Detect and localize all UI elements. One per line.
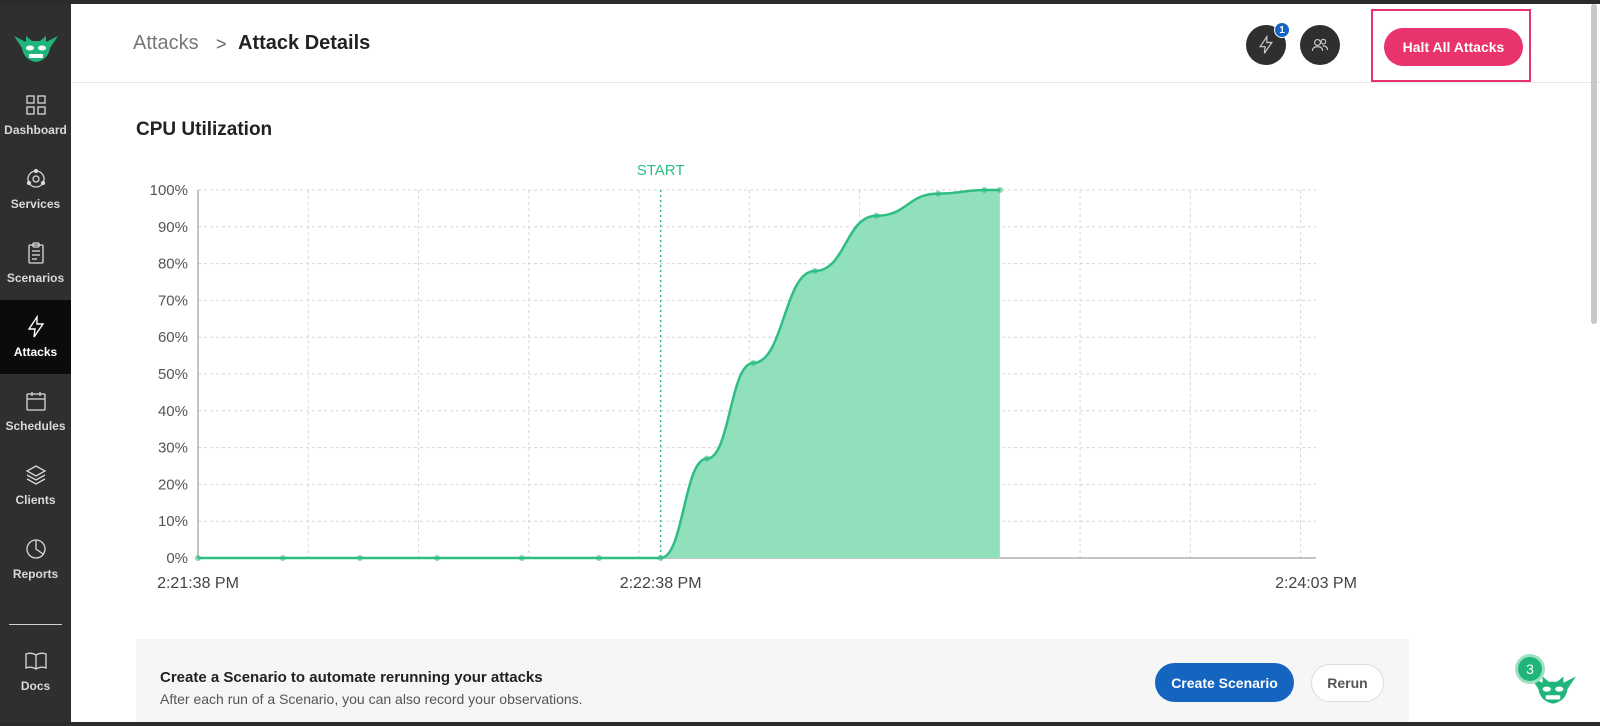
sidebar-item-clients[interactable]: Clients xyxy=(0,448,71,522)
helper-count-badge: 3 xyxy=(1515,654,1545,684)
scenario-cta-panel: Create a Scenario to automate rerunning … xyxy=(136,639,1409,722)
rerun-button[interactable]: Rerun xyxy=(1311,664,1384,702)
section-title: CPU Utilization xyxy=(136,119,273,140)
y-tick-label: 30% xyxy=(158,440,188,457)
start-marker-label: START xyxy=(637,162,685,179)
y-tick-label: 100% xyxy=(150,182,188,199)
sidebar-item-label: Reports xyxy=(12,567,59,581)
halt-highlight: Halt All Attacks xyxy=(1371,9,1531,82)
y-tick-label: 80% xyxy=(158,256,188,273)
sidebar-item-label: Clients xyxy=(15,493,56,507)
x-tick-label: 2:22:38 PM xyxy=(620,575,702,592)
sidebar-divider xyxy=(9,624,62,625)
y-tick-label: 20% xyxy=(158,476,188,493)
help-widget[interactable]: 3 xyxy=(1510,654,1580,720)
sidebar-item-label: Attacks xyxy=(13,345,58,359)
y-tick-label: 70% xyxy=(158,292,188,309)
data-point xyxy=(750,359,757,366)
sidebar-item-scenarios[interactable]: Scenarios xyxy=(0,226,71,300)
sidebar-item-attacks[interactable]: Attacks xyxy=(0,300,71,374)
services-icon xyxy=(26,168,45,188)
halt-all-attacks-button[interactable]: Halt All Attacks xyxy=(1384,28,1523,66)
sidebar-item-label: Services xyxy=(10,197,61,211)
page-title: Attack Details xyxy=(238,32,371,54)
data-point xyxy=(518,555,525,561)
clipboard-icon xyxy=(27,242,44,264)
dashboard-icon xyxy=(25,95,46,115)
y-tick-label: 10% xyxy=(158,513,188,530)
scrollbar-thumb[interactable] xyxy=(1591,4,1597,324)
sidebar-item-label: Dashboard xyxy=(4,123,67,137)
data-point xyxy=(434,555,441,561)
lightning-icon xyxy=(1259,35,1273,54)
layers-icon xyxy=(25,465,46,485)
book-icon xyxy=(24,652,47,670)
data-point xyxy=(935,190,942,197)
x-tick-label: 2:24:03 PM xyxy=(1275,575,1357,592)
sidebar-item-label: Scenarios xyxy=(6,271,65,285)
data-point xyxy=(873,212,880,219)
notification-badge: 1 xyxy=(1274,22,1290,38)
cta-title: Create a Scenario to automate rerunning … xyxy=(160,669,543,686)
team-button[interactable] xyxy=(1300,25,1340,65)
sidebar-item-label: Schedules xyxy=(5,419,66,433)
scrollbar[interactable] xyxy=(1588,4,1600,722)
breadcrumb-attacks-link[interactable]: Attacks xyxy=(133,32,199,55)
users-icon xyxy=(1311,38,1329,51)
y-tick-label: 50% xyxy=(158,366,188,383)
data-point xyxy=(195,555,201,561)
data-point xyxy=(996,187,1003,193)
active-attacks-button[interactable]: 1 xyxy=(1246,22,1290,65)
gremlin-logo-icon[interactable] xyxy=(12,30,60,64)
sidebar-item-dashboard[interactable]: Dashboard xyxy=(0,78,71,152)
app-window: Dashboard Services Scenarios Attacks Sch xyxy=(0,4,1600,722)
sidebar-item-reports[interactable]: Reports xyxy=(0,522,71,596)
data-point xyxy=(811,267,818,274)
sidebar: Dashboard Services Scenarios Attacks Sch xyxy=(0,4,71,722)
lightning-icon xyxy=(27,315,44,338)
y-tick-label: 60% xyxy=(158,329,188,346)
cpu-utilization-chart: 100% 90% 80% 70% 60% 50% 40% 30% 20% 10% 0% START 2:… xyxy=(150,162,1357,592)
sidebar-item-docs[interactable]: Docs xyxy=(0,634,71,708)
data-point xyxy=(595,555,602,561)
breadcrumb-separator: > xyxy=(216,34,227,54)
x-tick-label: 2:21:38 PM xyxy=(157,575,239,592)
top-bar: Attacks > Attack Details 1 Halt All Atta… xyxy=(71,4,1600,83)
y-tick-label: 0% xyxy=(166,550,188,567)
data-point xyxy=(279,555,286,561)
sidebar-item-services[interactable]: Services xyxy=(0,152,71,226)
data-point xyxy=(356,555,363,561)
y-tick-label: 90% xyxy=(158,219,188,236)
cpu-area-fill xyxy=(660,190,1000,558)
sidebar-item-schedules[interactable]: Schedules xyxy=(0,374,71,448)
data-point xyxy=(703,455,710,462)
data-point xyxy=(981,187,988,193)
pie-chart-icon xyxy=(25,539,46,559)
create-scenario-button[interactable]: Create Scenario xyxy=(1155,663,1294,702)
cta-subtitle: After each run of a Scenario, you can al… xyxy=(160,691,583,707)
y-tick-label: 40% xyxy=(158,403,188,420)
sidebar-item-label: Docs xyxy=(20,679,51,693)
calendar-icon xyxy=(25,392,46,411)
